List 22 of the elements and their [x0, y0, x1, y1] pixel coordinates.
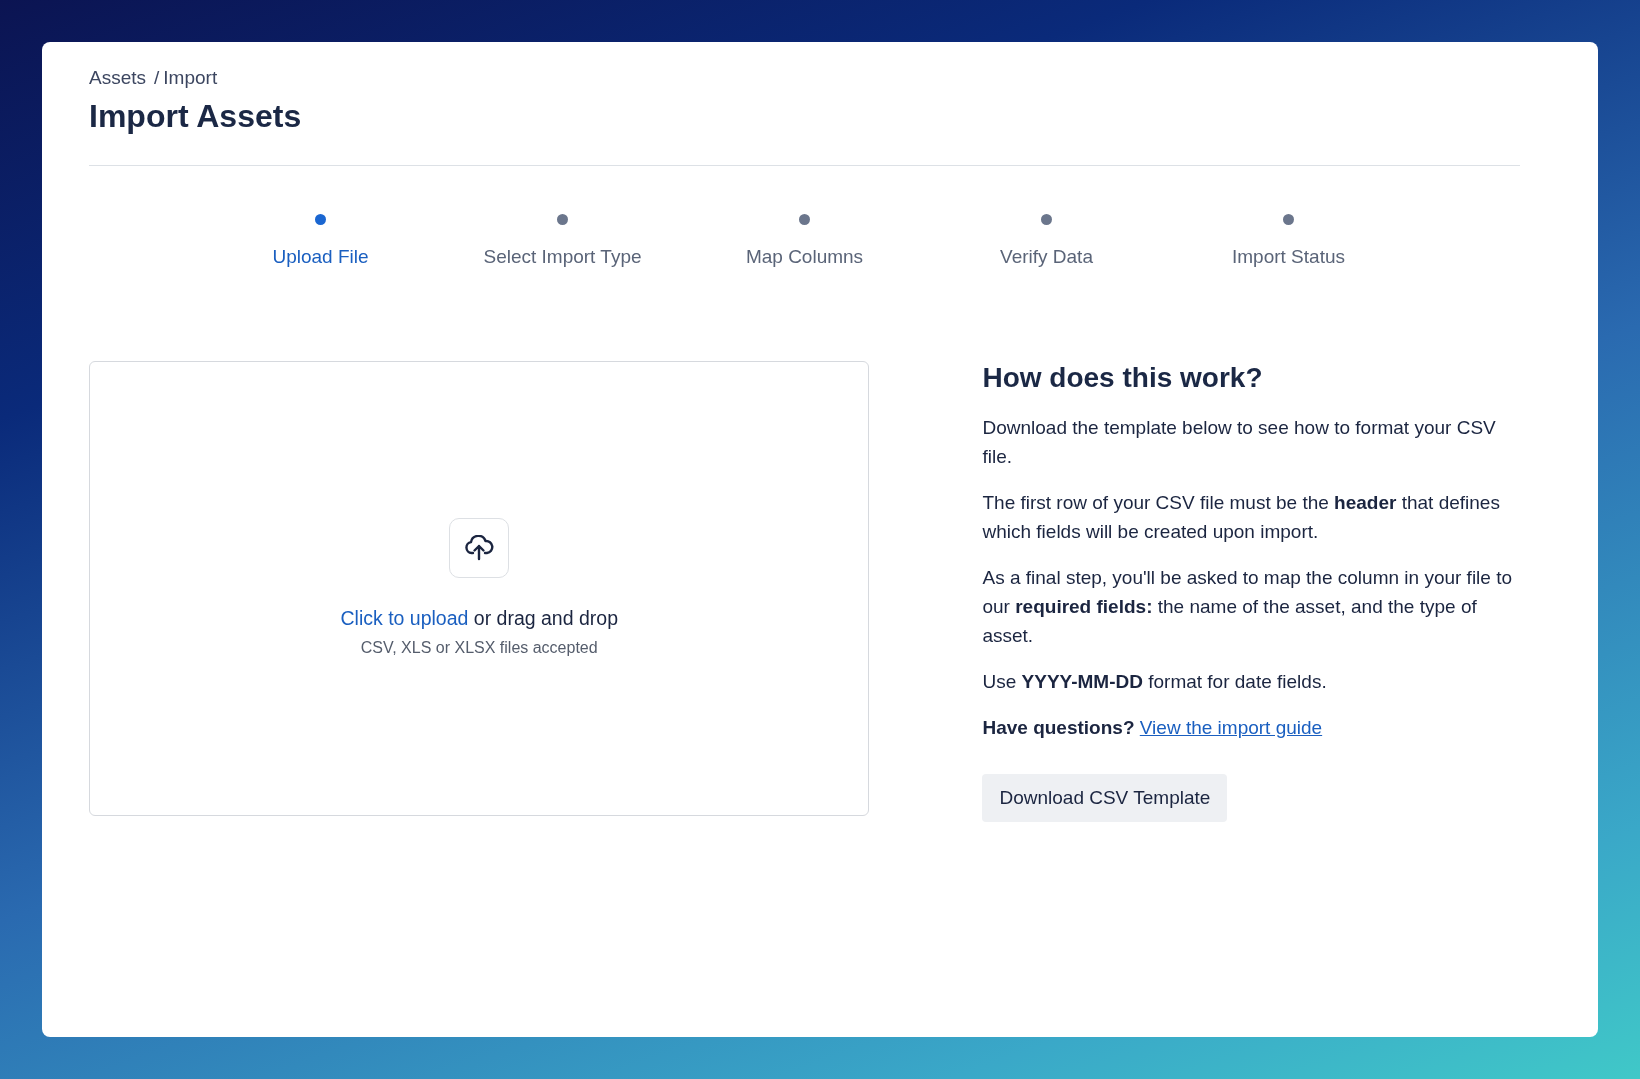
page-title: Import Assets [89, 96, 303, 135]
download-template-button[interactable]: Download CSV Template [982, 774, 1228, 823]
breadcrumb-separator: / [154, 66, 160, 90]
step-tab[interactable]: Map Columns [745, 242, 864, 272]
upload-link[interactable]: Click to upload [340, 607, 469, 630]
help-paragraph: The first row of your CSV file must be the header that defines which fields will be created upon import. [982, 491, 1501, 544]
help-question: Have questions? View the import guide [982, 716, 1324, 740]
step-tab[interactable]: Select Import Type [483, 242, 642, 272]
help-paragraph: Use YYYY-MM-DD format for date fields. [982, 670, 1328, 694]
help-paragraph: As a final step, you'll be asked to map the column in your file to our required fields: the name of the asset, and the type of asset. [982, 566, 1514, 648]
upload-instruction: Click to upload or drag and drop [340, 606, 618, 632]
help-paragraph: Download the template below to see how to format your CSV file. [982, 416, 1497, 469]
accepted-formats-hint: CSV, XLS or XLSX files accepted [360, 637, 598, 658]
upload-dropzone[interactable]: Click to upload or drag and drop CSV, XLS or XLSX files accepted [89, 361, 870, 817]
breadcrumb-item[interactable]: Import [163, 64, 218, 93]
step-tab[interactable]: Import Status [1232, 242, 1345, 272]
import-guide-link[interactable]: View the import guide [1139, 717, 1323, 738]
step-tab[interactable]: Verify Data [1000, 242, 1093, 272]
step-tab[interactable]: Upload File [272, 242, 369, 272]
breadcrumb-item[interactable]: Assets [89, 64, 147, 93]
cloud-upload-icon [464, 535, 495, 562]
help-heading: How does this work? [982, 361, 1264, 395]
